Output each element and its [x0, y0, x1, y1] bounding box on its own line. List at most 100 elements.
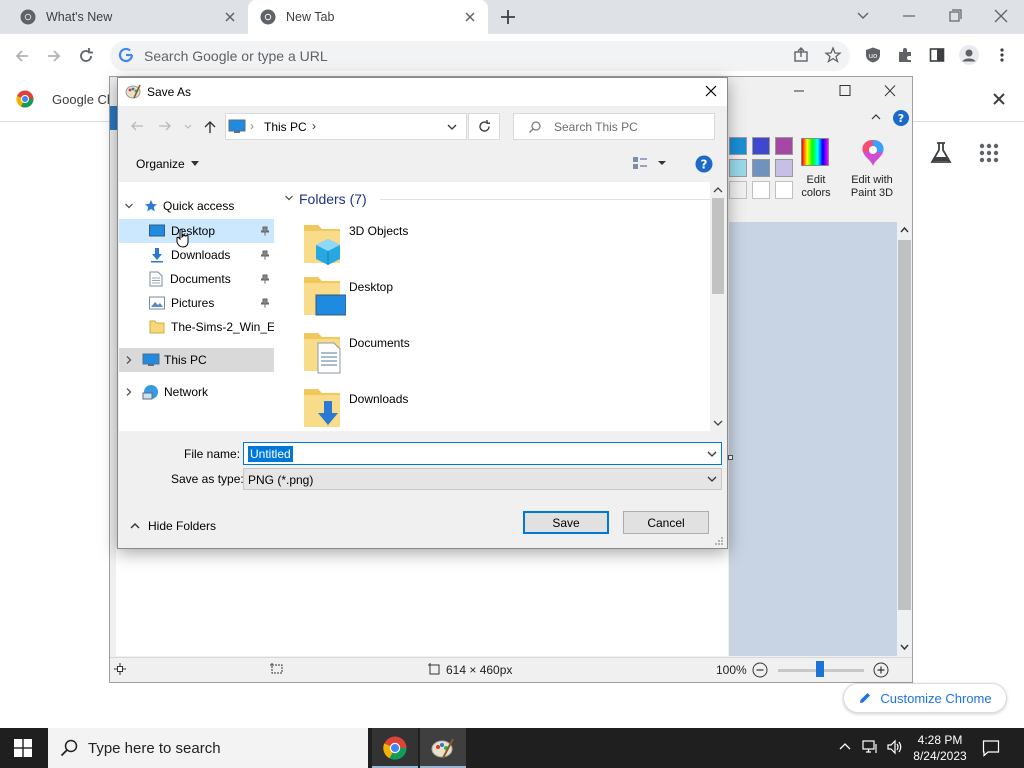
save-type-dropdown-icon[interactable] [706, 475, 718, 484]
zoom-slider-thumb[interactable] [816, 661, 824, 677]
scroll-up-icon[interactable] [713, 186, 723, 194]
tab-search-icon[interactable] [852, 6, 874, 26]
zoom-in-icon[interactable] [873, 662, 889, 678]
forward-icon[interactable] [44, 46, 64, 66]
resize-grip-icon[interactable] [714, 536, 724, 546]
tab-new-tab[interactable]: New Tab [248, 0, 488, 34]
paint-canvas[interactable] [116, 548, 728, 656]
color-swatch[interactable] [752, 137, 770, 155]
tab-whats-new[interactable]: What's New [8, 0, 248, 34]
breadcrumb-this-pc[interactable]: This PC [264, 120, 307, 134]
canvas-resize-handle[interactable] [728, 455, 733, 460]
recent-locations-icon[interactable] [183, 121, 193, 131]
nav-item-sims-folder[interactable]: The-Sims-2_Win_EN [119, 315, 274, 339]
folder-item-desktop[interactable]: Desktop [300, 273, 600, 323]
dialog-back-icon[interactable] [129, 119, 145, 133]
paint-help-icon[interactable]: ? [893, 110, 909, 126]
zoom-out-icon[interactable] [752, 662, 768, 678]
network-tray-icon[interactable] [862, 739, 880, 755]
expand-chevron-icon[interactable] [124, 355, 134, 365]
expand-chevron-icon[interactable] [124, 201, 134, 211]
save-button[interactable]: Save [523, 511, 609, 534]
dialog-forward-icon[interactable] [157, 119, 173, 133]
color-swatch[interactable] [752, 159, 770, 177]
reload-icon[interactable] [76, 46, 96, 66]
hide-folders-button[interactable]: Hide Folders [130, 519, 216, 533]
color-swatch[interactable] [752, 181, 770, 199]
group-collapse-icon[interactable] [284, 193, 294, 203]
address-bar[interactable]: Search Google or type a URL [110, 41, 850, 71]
up-folder-icon[interactable] [202, 119, 218, 135]
refresh-button[interactable] [468, 113, 500, 140]
taskbar-paint-app[interactable] [420, 728, 466, 768]
paint-maximize-icon[interactable] [836, 84, 854, 98]
scroll-down-icon[interactable] [900, 643, 909, 651]
save-type-select[interactable]: PNG (*.png) [243, 468, 722, 490]
scroll-thumb[interactable] [898, 240, 911, 610]
folder-item-downloads[interactable]: Downloads [300, 385, 600, 430]
windows-start-icon[interactable] [14, 739, 32, 757]
side-panel-icon[interactable] [928, 46, 946, 64]
color-swatch[interactable] [775, 137, 793, 155]
cancel-button[interactable]: Cancel [623, 511, 709, 534]
paint-close-icon[interactable] [881, 84, 899, 98]
close-tab-icon[interactable] [462, 9, 478, 25]
file-name-input[interactable]: Untitled [243, 442, 722, 465]
back-icon[interactable] [12, 46, 32, 66]
address-dropdown-icon[interactable] [446, 122, 458, 132]
paint-vertical-scrollbar[interactable] [897, 222, 912, 656]
nav-item-downloads[interactable]: Downloads [119, 243, 274, 267]
new-tab-button[interactable] [498, 7, 518, 27]
customize-chrome-button[interactable]: Customize Chrome [843, 683, 1007, 713]
minimize-window-button[interactable] [898, 6, 920, 26]
color-swatch[interactable] [775, 159, 793, 177]
nav-item-documents[interactable]: Documents [119, 267, 274, 291]
taskbar-search-box[interactable]: Type here to search [48, 728, 368, 768]
nav-quick-access[interactable]: Quick access [119, 194, 274, 218]
close-tab-icon[interactable] [222, 9, 238, 25]
nav-this-pc[interactable]: This PC [119, 348, 274, 372]
volume-tray-icon[interactable] [886, 739, 904, 755]
folder-item-documents[interactable]: Documents [300, 329, 600, 379]
google-apps-icon[interactable] [978, 142, 1000, 164]
nav-item-desktop[interactable]: Desktop [119, 219, 274, 243]
view-options-icon[interactable] [632, 156, 668, 170]
labs-flask-icon[interactable] [928, 140, 954, 166]
scroll-up-icon[interactable] [900, 226, 909, 234]
scroll-thumb[interactable] [712, 198, 724, 294]
nav-network[interactable]: Network [119, 380, 274, 404]
address-breadcrumb[interactable]: › This PC › [225, 113, 467, 140]
color-swatch[interactable] [729, 137, 747, 155]
color-swatch[interactable] [729, 181, 747, 199]
restore-window-button[interactable] [944, 6, 966, 26]
dialog-help-icon[interactable]: ? [695, 155, 713, 173]
share-icon[interactable] [792, 46, 810, 64]
breadcrumb-chevron-icon[interactable]: › [312, 119, 316, 133]
color-swatch[interactable] [729, 159, 747, 177]
content-scrollbar[interactable] [710, 182, 726, 431]
chrome-menu-icon[interactable] [994, 46, 1010, 64]
scroll-down-icon[interactable] [713, 419, 723, 427]
taskbar-clock[interactable]: 4:28 PM 8/24/2023 [910, 732, 970, 764]
paint-minimize-icon[interactable] [790, 84, 808, 98]
organize-button[interactable]: Organize [136, 157, 199, 171]
profile-avatar-icon[interactable] [958, 44, 980, 66]
folder-item-3d-objects[interactable]: 3D Objects [300, 217, 600, 267]
expand-chevron-icon[interactable] [124, 387, 134, 397]
edit-with-paint3d-button[interactable]: Edit with Paint 3D [843, 136, 901, 204]
ublock-icon[interactable]: uo [864, 46, 882, 64]
notification-center-icon[interactable] [982, 739, 1000, 757]
taskbar-chrome-app[interactable] [372, 728, 418, 768]
ribbon-collapse-icon[interactable] [869, 112, 883, 122]
close-info-bar-icon[interactable] [990, 90, 1008, 108]
bookmark-star-icon[interactable] [824, 46, 842, 64]
file-name-dropdown-icon[interactable] [706, 450, 718, 459]
show-hidden-icons[interactable] [838, 740, 852, 754]
nav-item-pictures[interactable]: Pictures [119, 291, 274, 315]
extensions-puzzle-icon[interactable] [896, 46, 914, 64]
dialog-close-icon[interactable] [703, 83, 719, 99]
edit-colors-button[interactable]: Edit colors [797, 136, 835, 204]
color-swatch[interactable] [775, 181, 793, 199]
dialog-search-input[interactable]: Search This PC [513, 113, 715, 140]
close-window-button[interactable] [990, 6, 1012, 26]
